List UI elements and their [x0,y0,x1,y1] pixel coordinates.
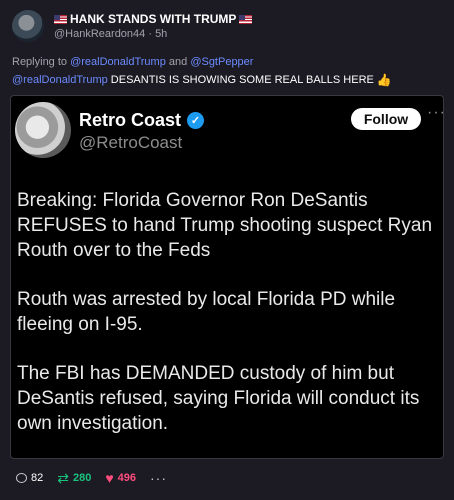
reply-and: and [165,56,191,68]
like-button[interactable]: ♥ 496 [105,470,137,486]
author-handle[interactable]: @HankReardon44 [54,28,145,40]
embed-avatar[interactable] [15,102,71,158]
follow-button[interactable]: Follow [351,108,421,130]
more-icon: ··· [150,470,168,486]
repost-count: 280 [72,472,92,484]
embed-paragraph: Breaking: Florida Governor Ron DeSantis … [17,190,433,261]
repost-icon: ⇄ [57,470,69,486]
thumbs-up-icon: 👍 [376,73,392,87]
like-count: 496 [117,472,137,484]
more-actions-button[interactable]: ··· [150,470,167,486]
author-avatar[interactable] [12,10,44,42]
embedded-post[interactable]: Retro Coast ✓ @RetroCoast Follow ··· Bre… [10,95,444,459]
post-header: HANK STANDS WITH TRUMP @HankReardon44 · … [12,8,253,44]
verified-icon: ✓ [187,112,205,129]
embed-name-row[interactable]: Retro Coast ✓ [79,110,205,131]
post-text: @realDonaldTrump DESANTIS IS SHOWING SOM… [12,73,392,87]
author-name-row[interactable]: HANK STANDS WITH TRUMP [54,12,253,26]
author-info: HANK STANDS WITH TRUMP @HankReardon44 · … [54,12,253,40]
reply-mention-sgtpepper[interactable]: @SgtPepper [190,56,253,68]
embed-display-name[interactable]: Retro Coast [79,110,181,131]
post-mention[interactable]: @realDonaldTrump [12,74,108,86]
repost-button[interactable]: ⇄ 280 [57,470,92,486]
embed-body: Breaking: Florida Governor Ron DeSantis … [17,188,437,458]
more-icon[interactable]: ··· [427,104,443,122]
post-body: DESANTIS IS SHOWING SOME REAL BALLS HERE [107,74,374,86]
author-handle-line: @HankReardon44 · 5h [54,28,252,40]
flag-icon [54,14,67,24]
embed-paragraph: Routh was arrested by local Florida PD w… [17,289,396,335]
embed-paragraph: The FBI has DEMANDED custody of him but … [17,363,420,434]
heart-icon: ♥ [105,470,114,486]
reply-mention-trump[interactable]: @realDonaldTrump [70,56,166,68]
post-time[interactable]: 5h [155,28,167,40]
comment-button[interactable]: 82 [16,472,43,484]
action-bar: 82 ⇄ 280 ♥ 496 ··· [16,470,181,486]
comment-count: 82 [31,472,44,484]
separator: · [145,28,156,40]
flag-icon [239,14,253,24]
embed-handle[interactable]: @RetroCoast [79,133,182,153]
reply-context: Replying to @realDonaldTrump and @SgtPep… [12,56,253,68]
comment-icon [16,473,27,483]
author-display-name[interactable]: HANK STANDS WITH TRUMP [70,12,236,26]
reply-prefix: Replying to [12,56,71,68]
